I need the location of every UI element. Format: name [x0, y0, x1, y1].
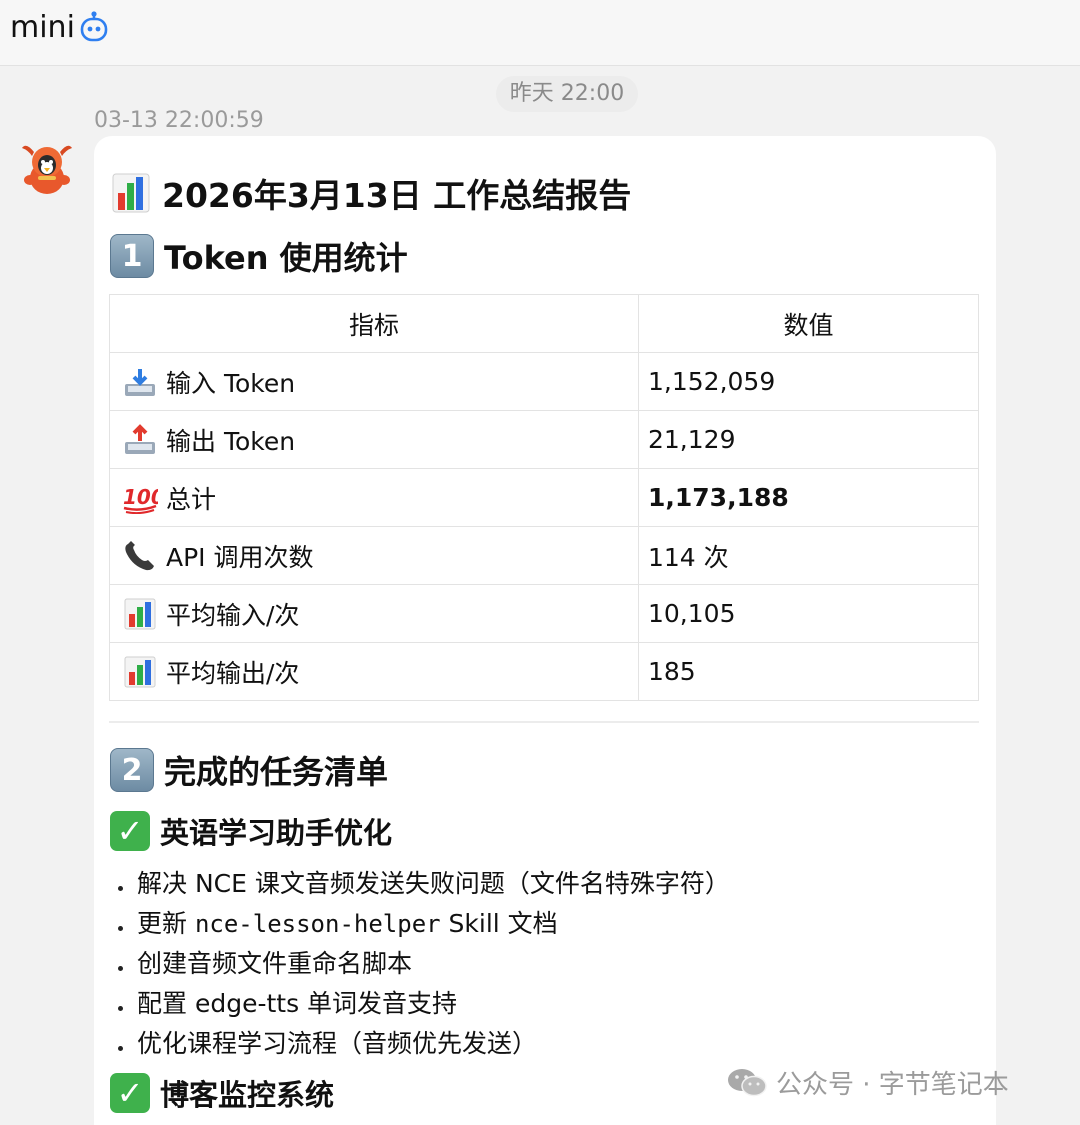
- bullet-icon: [118, 1045, 123, 1051]
- wechat-icon: [728, 1069, 767, 1097]
- task-group-title: 博客监控系统: [160, 1078, 335, 1112]
- list-item: 更新 nce-lesson-helper Skill 文档: [114, 904, 730, 944]
- robot-icon[interactable]: [79, 11, 109, 43]
- column-header-value: 数值: [638, 294, 979, 353]
- table-cell-value: 114 次: [638, 526, 979, 585]
- check-mark-icon: ✓: [110, 1073, 150, 1113]
- table-row: 100 总计 1,173,188: [109, 468, 979, 527]
- avatar[interactable]: [16, 138, 78, 200]
- table-cell-label: 平均输出/次: [109, 642, 639, 701]
- svg-text:100: 100: [123, 485, 158, 509]
- section-heading-tasks: 2 完成的任务清单: [110, 748, 388, 792]
- table-cell-label: 输入 Token: [109, 352, 639, 411]
- inline-code: nce-lesson-helper: [194, 910, 441, 938]
- keycap-one-icon: 1: [110, 234, 154, 278]
- bullet-icon: [118, 1005, 123, 1011]
- list-item: 配置 edge-tts 单词发音支持: [114, 984, 730, 1024]
- table-row: 输出 Token 21,129: [109, 410, 979, 469]
- chat-header: mini: [0, 0, 1080, 66]
- outbox-tray-icon: [125, 423, 155, 454]
- table-row: 输入 Token 1,152,059: [109, 352, 979, 411]
- message-bubble[interactable]: 2026年3月13日 工作总结报告 1 Token 使用统计 指标 数值 输入 …: [94, 136, 996, 1125]
- column-header-metric: 指标: [109, 294, 639, 353]
- divider: [109, 721, 979, 723]
- task-list: 解决 NCE 课文音频发送失败问题（文件名特殊字符） 更新 nce-lesson…: [114, 864, 730, 1064]
- table-cell-value: 185: [638, 642, 979, 701]
- table-row: 平均输出/次 185: [109, 642, 979, 701]
- task-group-heading: ✓ 博客监控系统: [110, 1072, 334, 1114]
- table-cell-label: 输出 Token: [109, 410, 639, 469]
- table-cell-label: 100 总计: [109, 468, 639, 527]
- table-cell-value: 1,173,188: [638, 468, 979, 527]
- bullet-icon: [118, 885, 123, 891]
- inbox-tray-icon: [125, 368, 155, 396]
- task-group-title: 英语学习助手优化: [160, 816, 393, 850]
- table-cell-label: 平均输入/次: [109, 584, 639, 643]
- telephone-receiver-icon: [125, 540, 154, 570]
- table-cell-value: 1,152,059: [638, 352, 979, 411]
- keycap-two-icon: 2: [110, 748, 154, 792]
- table-cell-label: API 调用次数: [109, 526, 639, 585]
- list-item: 创建音频文件重命名脚本: [114, 944, 730, 984]
- message-timestamp: 03-13 22:00:59: [94, 108, 264, 133]
- table-cell-value: 21,129: [638, 410, 979, 469]
- check-mark-icon: ✓: [110, 811, 150, 851]
- table-row: API 调用次数 114 次: [109, 526, 979, 585]
- section-title: Token 使用统计: [164, 239, 408, 277]
- bar-chart-icon: [112, 173, 150, 213]
- watermark-text: 公众号 · 字节笔记本: [776, 1069, 1009, 1100]
- day-separator: 昨天 22:00: [496, 76, 638, 112]
- hundred-points-icon: 100: [123, 485, 158, 514]
- list-item: 优化课程学习流程（音频优先发送）: [114, 1024, 730, 1064]
- bullet-icon: [118, 965, 123, 971]
- section-heading-token: 1 Token 使用统计: [110, 234, 408, 278]
- list-item: 解决 NCE 课文音频发送失败问题（文件名特殊字符）: [114, 864, 730, 904]
- table-header-row: 指标 数值: [109, 294, 979, 353]
- report-title: 2026年3月13日 工作总结报告: [112, 170, 631, 216]
- task-group-heading: ✓ 英语学习助手优化: [110, 810, 392, 852]
- bar-chart-icon: [124, 598, 156, 629]
- table-cell-value: 10,105: [638, 584, 979, 643]
- section-title: 完成的任务清单: [164, 753, 389, 791]
- watermark: 公众号 · 字节笔记本: [726, 1062, 1009, 1102]
- token-stats-table: 指标 数值 输入 Token 1,152,059 输出 Token 21,129…: [109, 294, 979, 701]
- chat-title[interactable]: mini: [10, 10, 75, 45]
- bullet-icon: [118, 925, 123, 931]
- report-title-text: 2026年3月13日 工作总结报告: [162, 176, 632, 215]
- bar-chart-icon: [124, 656, 156, 687]
- table-row: 平均输入/次 10,105: [109, 584, 979, 643]
